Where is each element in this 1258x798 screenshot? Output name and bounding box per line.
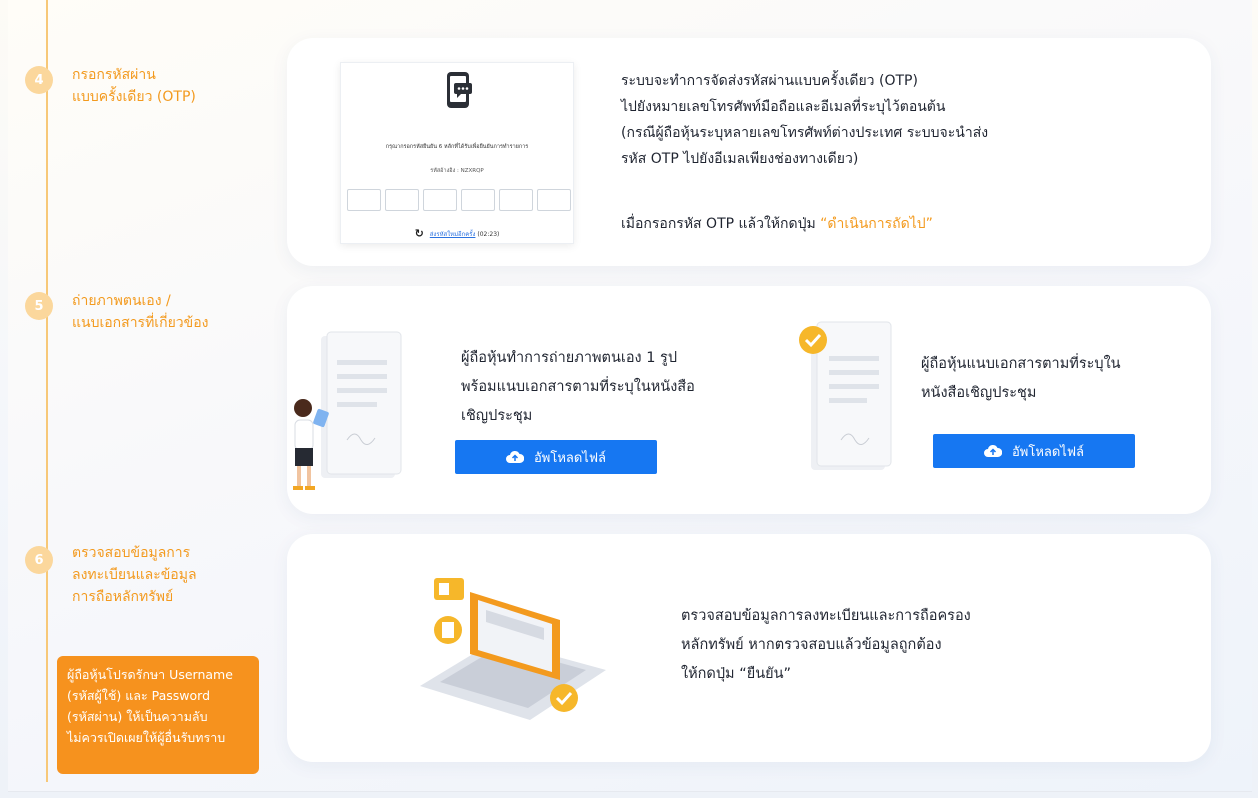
step-6-title: ตรวจสอบข้อมูลการ ลงทะเบียนและข้อมูล การถ… bbox=[72, 545, 197, 605]
laptop-verify-illustration bbox=[420, 578, 606, 720]
verify-instruction: ตรวจสอบข้อมูลการลงทะเบียนและการถือครอง ห… bbox=[681, 608, 971, 682]
documents-instruction: ผู้ถือหุ้นแนบเอกสารตามที่ระบุใน หนังสือเ… bbox=[921, 356, 1121, 401]
selfie-instruction: ผู้ถือหุ้นทำการถ่ายภาพตนเอง 1 รูป พร้อมแ… bbox=[461, 350, 695, 424]
step-5-badge: 5 bbox=[25, 292, 53, 320]
upload-documents-label: อัพโหลดไฟล์ bbox=[1011, 444, 1085, 460]
phone-message-icon bbox=[447, 72, 472, 108]
otp-digit-field[interactable] bbox=[385, 189, 419, 211]
otp-digit-field[interactable] bbox=[499, 189, 533, 211]
cloud-upload-icon bbox=[505, 450, 524, 463]
step-4-badge: 4 bbox=[25, 66, 53, 94]
step-5-title: ถ่ายภาพตนเอง / แนบเอกสารที่เกี่ยวข้อง bbox=[72, 293, 209, 331]
otp-timer: (02:23) bbox=[477, 231, 500, 238]
otp-next-prefix: เมื่อกรอกรหัส OTP แล้วให้กดปุ่ม bbox=[621, 216, 821, 232]
step-4-title: กรอกรหัสผ่าน แบบครั้งเดียว (OTP) bbox=[72, 67, 196, 105]
attached-document-illustration bbox=[799, 321, 892, 470]
otp-digit-field[interactable] bbox=[461, 189, 495, 211]
otp-fields bbox=[347, 189, 571, 211]
resend-otp-link[interactable]: ส่งรหัสใหม่อีกครั้ง bbox=[430, 231, 476, 238]
step-6-badge: 6 bbox=[25, 546, 53, 574]
upload-selfie-button[interactable]: อัพโหลดไฟล์ bbox=[455, 440, 657, 474]
timeline-line bbox=[46, 0, 48, 782]
upload-selfie-label: อัพโหลดไฟล์ bbox=[533, 450, 607, 466]
otp-instruction: กรุณากรอกรหัสยืนยัน 6 หลักที่ได้รับเพื่อ… bbox=[385, 144, 529, 150]
otp-digit-field[interactable] bbox=[423, 189, 457, 211]
otp-next-highlight: “ดำเนินการถัดไป” bbox=[820, 216, 933, 232]
otp-next-instruction: เมื่อกรอกรหัส OTP แล้วให้กดปุ่ม “ดำเนินก… bbox=[621, 211, 933, 237]
refresh-icon[interactable]: ↻ bbox=[415, 227, 424, 240]
otp-form-preview: กรุณากรอกรหัสยืนยัน 6 หลักที่ได้รับเพื่อ… bbox=[340, 62, 574, 244]
otp-resend-row: ↻ ส่งรหัสใหม่อีกครั้ง (02:23) bbox=[341, 227, 573, 240]
password-warning-box: ผู้ถือหุ้นโปรดรักษา Username (รหัสผู้ใช้… bbox=[57, 656, 259, 774]
otp-description: ระบบจะทำการจัดส่งรหัสผ่านแบบครั้งเดียว (… bbox=[621, 73, 989, 167]
cloud-upload-icon bbox=[983, 444, 1002, 457]
otp-reference: รหัสอ้างอิง : NZXRQP bbox=[430, 168, 484, 174]
otp-digit-field[interactable] bbox=[537, 189, 571, 211]
upload-documents-button[interactable]: อัพโหลดไฟล์ bbox=[933, 434, 1135, 468]
otp-digit-field[interactable] bbox=[347, 189, 381, 211]
selfie-document-illustration bbox=[293, 331, 402, 490]
